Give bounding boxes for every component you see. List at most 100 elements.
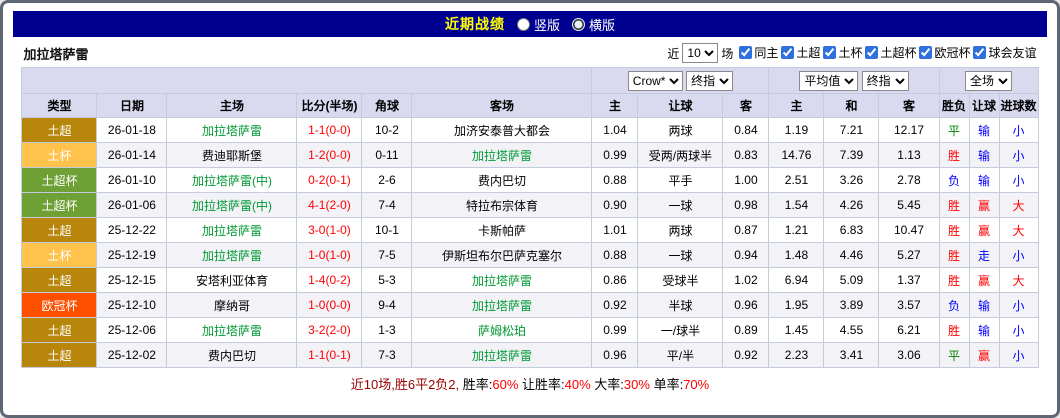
filter-checkbox-土超[interactable]: 土超	[781, 44, 820, 61]
corner-score: 0-11	[361, 142, 413, 168]
match-row: 土杯 26-01-14 费迪耶斯堡 1-2(0-0) 0-11 加拉塔萨雷 0.99 受两/两…	[21, 142, 1039, 168]
filter-controls: 近 10 场 同主 土超 土杯 土超杯 欧冠杯 球会友谊	[667, 43, 1037, 63]
corner-score: 10-2	[361, 117, 413, 143]
filter-checkbox-欧冠杯[interactable]: 欧冠杯	[919, 44, 970, 61]
corner-score: 7-3	[361, 342, 413, 368]
competition-badge: 土杯	[21, 142, 98, 168]
home-team[interactable]: 摩纳哥	[166, 292, 298, 318]
avg-odds-home: 1.48	[768, 242, 825, 268]
home-team[interactable]: 加拉塔萨雷(中)	[166, 167, 298, 193]
competition-filters: 同主 土超 土杯 土超杯 欧冠杯 球会友谊	[736, 44, 1037, 62]
away-team[interactable]: 萨姆松珀	[411, 317, 593, 343]
competition-badge: 土超	[21, 217, 98, 243]
handicap-odds-away: 0.98	[722, 192, 770, 218]
home-team[interactable]: 加拉塔萨雷	[166, 117, 298, 143]
avg-odds-away: 1.37	[878, 267, 940, 293]
checkbox-input[interactable]	[739, 46, 753, 59]
filter-checkbox-同主[interactable]: 同主	[739, 44, 778, 61]
checkbox-label: 土杯	[838, 46, 863, 60]
selector-spacer	[21, 67, 593, 94]
avg-odds-home: 1.21	[768, 217, 825, 243]
avg-odds-home: 6.94	[768, 267, 825, 293]
away-team[interactable]: 加拉塔萨雷	[411, 267, 593, 293]
match-date: 25-12-10	[96, 292, 168, 318]
handicap-odds-home: 0.96	[591, 342, 639, 368]
handicap-odds-home: 0.86	[591, 267, 639, 293]
handicap-line: 两球	[637, 217, 724, 243]
average-stage-select[interactable]: 终指	[861, 70, 909, 91]
handicap-line: 半球	[637, 292, 724, 318]
competition-badge: 土超杯	[21, 167, 98, 193]
filter-checkbox-土杯[interactable]: 土杯	[823, 44, 862, 61]
corner-score: 9-4	[361, 292, 413, 318]
home-team[interactable]: 费迪耶斯堡	[166, 142, 298, 168]
avg-odds-home: 1.45	[768, 317, 825, 343]
results-table: Crow* 终指 平均值 终指 全场 类型 日期 主场 比分(半场) 角球 客场主让球客主…	[21, 67, 1039, 368]
goals-flag: 大	[998, 192, 1039, 218]
competition-badge: 欧冠杯	[21, 292, 98, 318]
handicap-line: 一球	[637, 242, 724, 268]
avg-odds-away: 1.13	[878, 142, 940, 168]
checkbox-input[interactable]	[973, 46, 987, 59]
match-row: 土超 25-12-22 加拉塔萨雷 3-0(1-0) 10-1 卡斯帕萨 1.01 两球 0.8…	[21, 217, 1039, 243]
away-team[interactable]: 加拉塔萨雷	[411, 342, 593, 368]
away-team[interactable]: 卡斯帕萨	[411, 217, 593, 243]
match-date: 25-12-22	[96, 217, 168, 243]
goals-flag: 大	[998, 267, 1039, 293]
recent-count-select[interactable]: 10	[682, 43, 719, 63]
layout-option-vertical[interactable]: 竖版	[516, 15, 560, 34]
average-odds-select[interactable]: 平均值	[799, 70, 859, 91]
away-team[interactable]: 加拉塔萨雷	[411, 292, 593, 318]
avg-odds-draw: 4.55	[823, 317, 880, 343]
column-header: 日期	[96, 93, 168, 118]
score: 3-0(1-0)	[296, 217, 363, 243]
away-team[interactable]: 加拉塔萨雷	[411, 142, 593, 168]
layout-option-horizontal[interactable]: 横版	[572, 15, 615, 34]
home-team[interactable]: 安塔利亚体育	[166, 267, 298, 293]
home-team[interactable]: 加拉塔萨雷	[166, 217, 298, 243]
handicap-odds-home: 0.99	[591, 317, 639, 343]
result-flag: 平	[938, 117, 970, 143]
away-team[interactable]: 加济安泰普大都会	[411, 117, 593, 143]
avg-odds-draw: 3.89	[823, 292, 880, 318]
column-header: 进球数	[998, 93, 1039, 118]
avg-odds-away: 5.27	[878, 242, 940, 268]
scope-select[interactable]: 全场	[965, 70, 1013, 91]
horizontal-layout-radio[interactable]	[572, 17, 585, 31]
avg-odds-home: 1.19	[768, 117, 825, 143]
odds-company-select[interactable]: Crow*	[627, 70, 683, 91]
match-row: 土超 25-12-15 安塔利亚体育 1-4(0-2) 5-3 加拉塔萨雷 0.86 受球半 1…	[21, 267, 1039, 293]
handicap-odds-away: 0.92	[722, 342, 770, 368]
filter-checkbox-球会友谊[interactable]: 球会友谊	[973, 44, 1037, 61]
checkbox-label: 同主	[754, 46, 779, 60]
average-odds-selectors: 平均值 终指	[768, 67, 940, 94]
column-header: 客	[878, 93, 940, 118]
goals-flag: 小	[998, 167, 1039, 193]
match-row: 欧冠杯 25-12-10 摩纳哥 1-0(0-0) 9-4 加拉塔萨雷 0.92 半球 0.96…	[21, 292, 1039, 318]
goals-flag: 小	[998, 317, 1039, 343]
checkbox-input[interactable]	[781, 46, 795, 59]
summary-segment: 近10场,胜6平2负2,	[350, 377, 463, 392]
away-team[interactable]: 特拉布宗体育	[411, 192, 593, 218]
vertical-layout-radio[interactable]	[516, 17, 530, 31]
checkbox-input[interactable]	[823, 46, 837, 59]
home-team[interactable]: 加拉塔萨雷(中)	[166, 192, 298, 218]
goals-flag: 大	[998, 217, 1039, 243]
odds-stage-select[interactable]: 终指	[686, 70, 734, 91]
home-team[interactable]: 费内巴切	[166, 342, 298, 368]
handicap-line: 受球半	[637, 267, 724, 293]
avg-odds-away: 12.17	[878, 117, 940, 143]
checkbox-input[interactable]	[919, 46, 933, 59]
away-team[interactable]: 伊斯坦布尔巴萨克塞尔	[411, 242, 593, 268]
away-team[interactable]: 费内巴切	[411, 167, 593, 193]
home-team[interactable]: 加拉塔萨雷	[166, 242, 298, 268]
result-flag: 胜	[938, 317, 970, 343]
home-team[interactable]: 加拉塔萨雷	[166, 317, 298, 343]
filter-checkbox-土超杯[interactable]: 土超杯	[865, 44, 916, 61]
avg-odds-home: 2.23	[768, 342, 825, 368]
match-row: 土超杯 26-01-06 加拉塔萨雷(中) 4-1(2-0) 7-4 特拉布宗体育 0.90…	[21, 192, 1039, 218]
avg-odds-draw: 4.46	[823, 242, 880, 268]
checkbox-input[interactable]	[865, 46, 879, 59]
handicap-flag: 赢	[968, 217, 1000, 243]
handicap-odds-away: 0.89	[722, 317, 770, 343]
